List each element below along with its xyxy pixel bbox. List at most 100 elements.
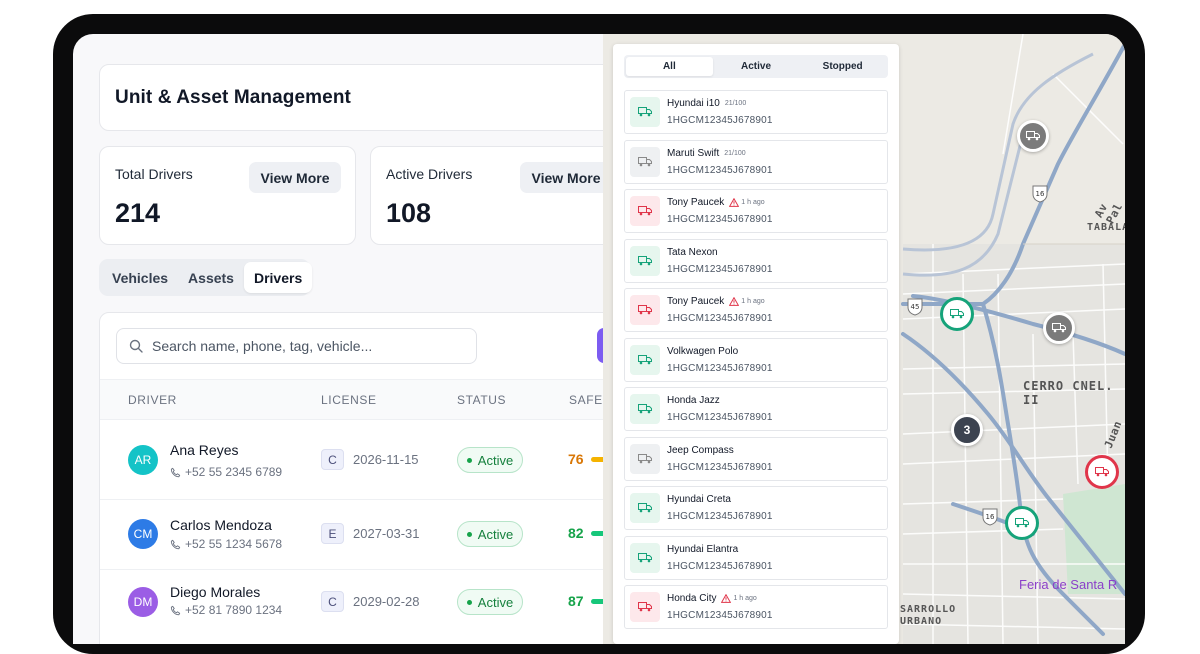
vehicle-name-row: Hyundai Elantra bbox=[667, 544, 738, 555]
vehicle-vin: 1HGCM12345J678901 bbox=[667, 214, 773, 225]
vehicle-meta: 1 h ago bbox=[733, 595, 757, 602]
vehicle-status-icon bbox=[630, 443, 660, 474]
truck-icon bbox=[950, 309, 964, 319]
warning-indicator: 1 h ago bbox=[729, 198, 765, 207]
vehicle-name-row: Honda City 1 h ago bbox=[667, 593, 757, 604]
phone-icon bbox=[170, 467, 181, 477]
truck-icon bbox=[638, 453, 652, 463]
vehicle-marker-stopped[interactable] bbox=[1043, 312, 1075, 344]
vehicle-name-row: Hyundai i10 21/100 bbox=[667, 98, 746, 109]
vehicle-vin: 1HGCM12345J678901 bbox=[667, 412, 773, 423]
stat-label: Active Drivers bbox=[386, 166, 473, 182]
truck-icon bbox=[638, 602, 652, 612]
vehicle-name-row: Honda Jazz bbox=[667, 395, 720, 406]
vehicle-name-row: Maruti Swift 21/100 bbox=[667, 148, 746, 159]
vehicle-marker-stopped[interactable] bbox=[1017, 120, 1049, 152]
vehicle-card[interactable]: Honda Jazz 1HGCM12345J678901 bbox=[624, 387, 888, 431]
safety-score: 82 bbox=[568, 525, 584, 541]
view-more-button[interactable]: View More bbox=[249, 162, 341, 193]
filter-active[interactable]: Active bbox=[713, 57, 800, 76]
vehicle-card[interactable]: Hyundai Elantra 1HGCM12345J678901 bbox=[624, 535, 888, 580]
truck-icon bbox=[638, 354, 652, 364]
truck-icon bbox=[638, 107, 652, 117]
vehicle-card[interactable]: Hyundai Creta 1HGCM12345J678901 bbox=[624, 486, 888, 530]
page-header: Unit & Asset Management bbox=[99, 64, 659, 131]
vehicle-vin: 1HGCM12345J678901 bbox=[667, 511, 773, 522]
vehicle-marker-active[interactable] bbox=[940, 297, 974, 331]
entity-tabs: Vehicles Assets Drivers bbox=[99, 259, 313, 296]
map-area-label: TABALA bbox=[1087, 222, 1125, 233]
highway-shield-label: 16 bbox=[1036, 190, 1045, 198]
vehicle-card[interactable]: Tony Paucek 1 h ago 1HGCM12345J678901 bbox=[624, 288, 888, 332]
vehicle-name-row: Jeep Compass bbox=[667, 445, 734, 456]
status-badge: Active bbox=[457, 521, 523, 547]
vehicle-meta: 21/100 bbox=[724, 149, 746, 157]
vehicle-vin: 1HGCM12345J678901 bbox=[667, 115, 773, 126]
license-class-badge: E bbox=[321, 523, 344, 544]
license-expiry: 2027-03-31 bbox=[353, 526, 420, 541]
license-expiry: 2029-02-28 bbox=[353, 594, 420, 609]
vehicle-card[interactable]: Volkwagen Polo 1HGCM12345J678901 bbox=[624, 337, 888, 382]
warning-icon bbox=[729, 198, 740, 207]
driver-name: Diego Morales bbox=[170, 584, 261, 600]
vehicle-card[interactable]: Tony Paucek 1 h ago 1HGCM12345J678901 bbox=[624, 189, 888, 233]
tab-drivers[interactable]: Drivers bbox=[243, 262, 313, 293]
vehicle-status-icon bbox=[630, 196, 660, 226]
stat-label: Total Drivers bbox=[115, 166, 193, 182]
vehicle-status-icon bbox=[630, 295, 660, 325]
avatar: DM bbox=[128, 587, 158, 617]
search-input[interactable]: Search name, phone, tag, vehicle... bbox=[116, 328, 477, 364]
vehicle-marker-active[interactable] bbox=[1005, 506, 1039, 540]
stat-value: 108 bbox=[386, 198, 432, 228]
vehicle-cluster-marker[interactable]: 3 bbox=[951, 414, 983, 446]
vehicle-name-row: Tony Paucek 1 h ago bbox=[667, 296, 765, 307]
stat-card-active-drivers: Active Drivers 108 View More bbox=[370, 146, 627, 245]
column-header-driver: DRIVER bbox=[128, 393, 177, 407]
filter-stopped[interactable]: Stopped bbox=[799, 57, 886, 76]
warning-icon bbox=[729, 297, 740, 306]
status-badge: Active bbox=[457, 447, 523, 473]
tab-vehicles[interactable]: Vehicles bbox=[102, 262, 178, 293]
map-area-label: SARROLLO bbox=[900, 604, 957, 615]
avatar: AR bbox=[128, 445, 158, 475]
truck-icon bbox=[1015, 518, 1029, 528]
safety-score: 87 bbox=[568, 593, 584, 609]
vehicle-name: Tony Paucek bbox=[667, 197, 725, 208]
filter-all[interactable]: All bbox=[626, 57, 713, 76]
vehicle-name-row: Hyundai Creta bbox=[667, 494, 731, 505]
vehicle-name: Volkwagen Polo bbox=[667, 345, 739, 357]
driver-name: Carlos Mendoza bbox=[170, 517, 272, 533]
vehicle-vin: 1HGCM12345J678901 bbox=[667, 164, 773, 176]
search-icon bbox=[129, 339, 143, 353]
vehicle-card[interactable]: Honda City 1 h ago 1HGCM12345J678901 bbox=[624, 585, 888, 629]
vehicle-name: Honda Jazz bbox=[667, 395, 720, 406]
vehicle-card[interactable]: Hyundai i10 21/100 1HGCM12345J678901 bbox=[624, 90, 888, 134]
status-badge: Active bbox=[457, 589, 523, 615]
truck-icon bbox=[638, 156, 652, 166]
tab-assets[interactable]: Assets bbox=[178, 262, 244, 293]
warning-indicator: 1 h ago bbox=[729, 297, 765, 306]
driver-phone: +52 81 7890 1234 bbox=[170, 603, 282, 617]
truck-icon bbox=[1026, 131, 1040, 141]
vehicle-list-panel: All Active Stopped Hyundai i10 21/100 1HGC… bbox=[613, 44, 899, 644]
column-header-status: STATUS bbox=[457, 393, 507, 407]
vehicle-card[interactable]: Tata Nexon 1HGCM12345J678901 bbox=[624, 238, 888, 283]
phone-icon bbox=[170, 605, 181, 615]
vehicle-vin: 1HGCM12345J678901 bbox=[667, 362, 773, 374]
vehicle-status-icon bbox=[630, 493, 660, 523]
stat-value: 214 bbox=[115, 198, 161, 228]
vehicle-card[interactable]: Maruti Swift 21/100 1HGCM12345J678901 bbox=[624, 139, 888, 184]
vehicle-name: Jeep Compass bbox=[667, 444, 734, 456]
stat-card-total-drivers: Total Drivers 214 View More bbox=[99, 146, 356, 245]
vehicle-vin: 1HGCM12345J678901 bbox=[667, 610, 773, 621]
view-more-button[interactable]: View More bbox=[520, 162, 612, 193]
vehicle-status-icon bbox=[630, 592, 660, 622]
driver-phone: +52 55 1234 5678 bbox=[170, 537, 282, 551]
vehicle-vin: 1HGCM12345J678901 bbox=[667, 263, 773, 275]
license-class-badge: C bbox=[321, 591, 344, 612]
vehicle-card[interactable]: Jeep Compass 1HGCM12345J678901 bbox=[624, 436, 888, 481]
driver-phone: +52 55 2345 6789 bbox=[170, 465, 282, 479]
vehicle-marker-alert[interactable] bbox=[1085, 455, 1119, 489]
vehicle-meta: 1 h ago bbox=[741, 199, 765, 206]
vehicle-name-row: Tony Paucek 1 h ago bbox=[667, 197, 765, 208]
